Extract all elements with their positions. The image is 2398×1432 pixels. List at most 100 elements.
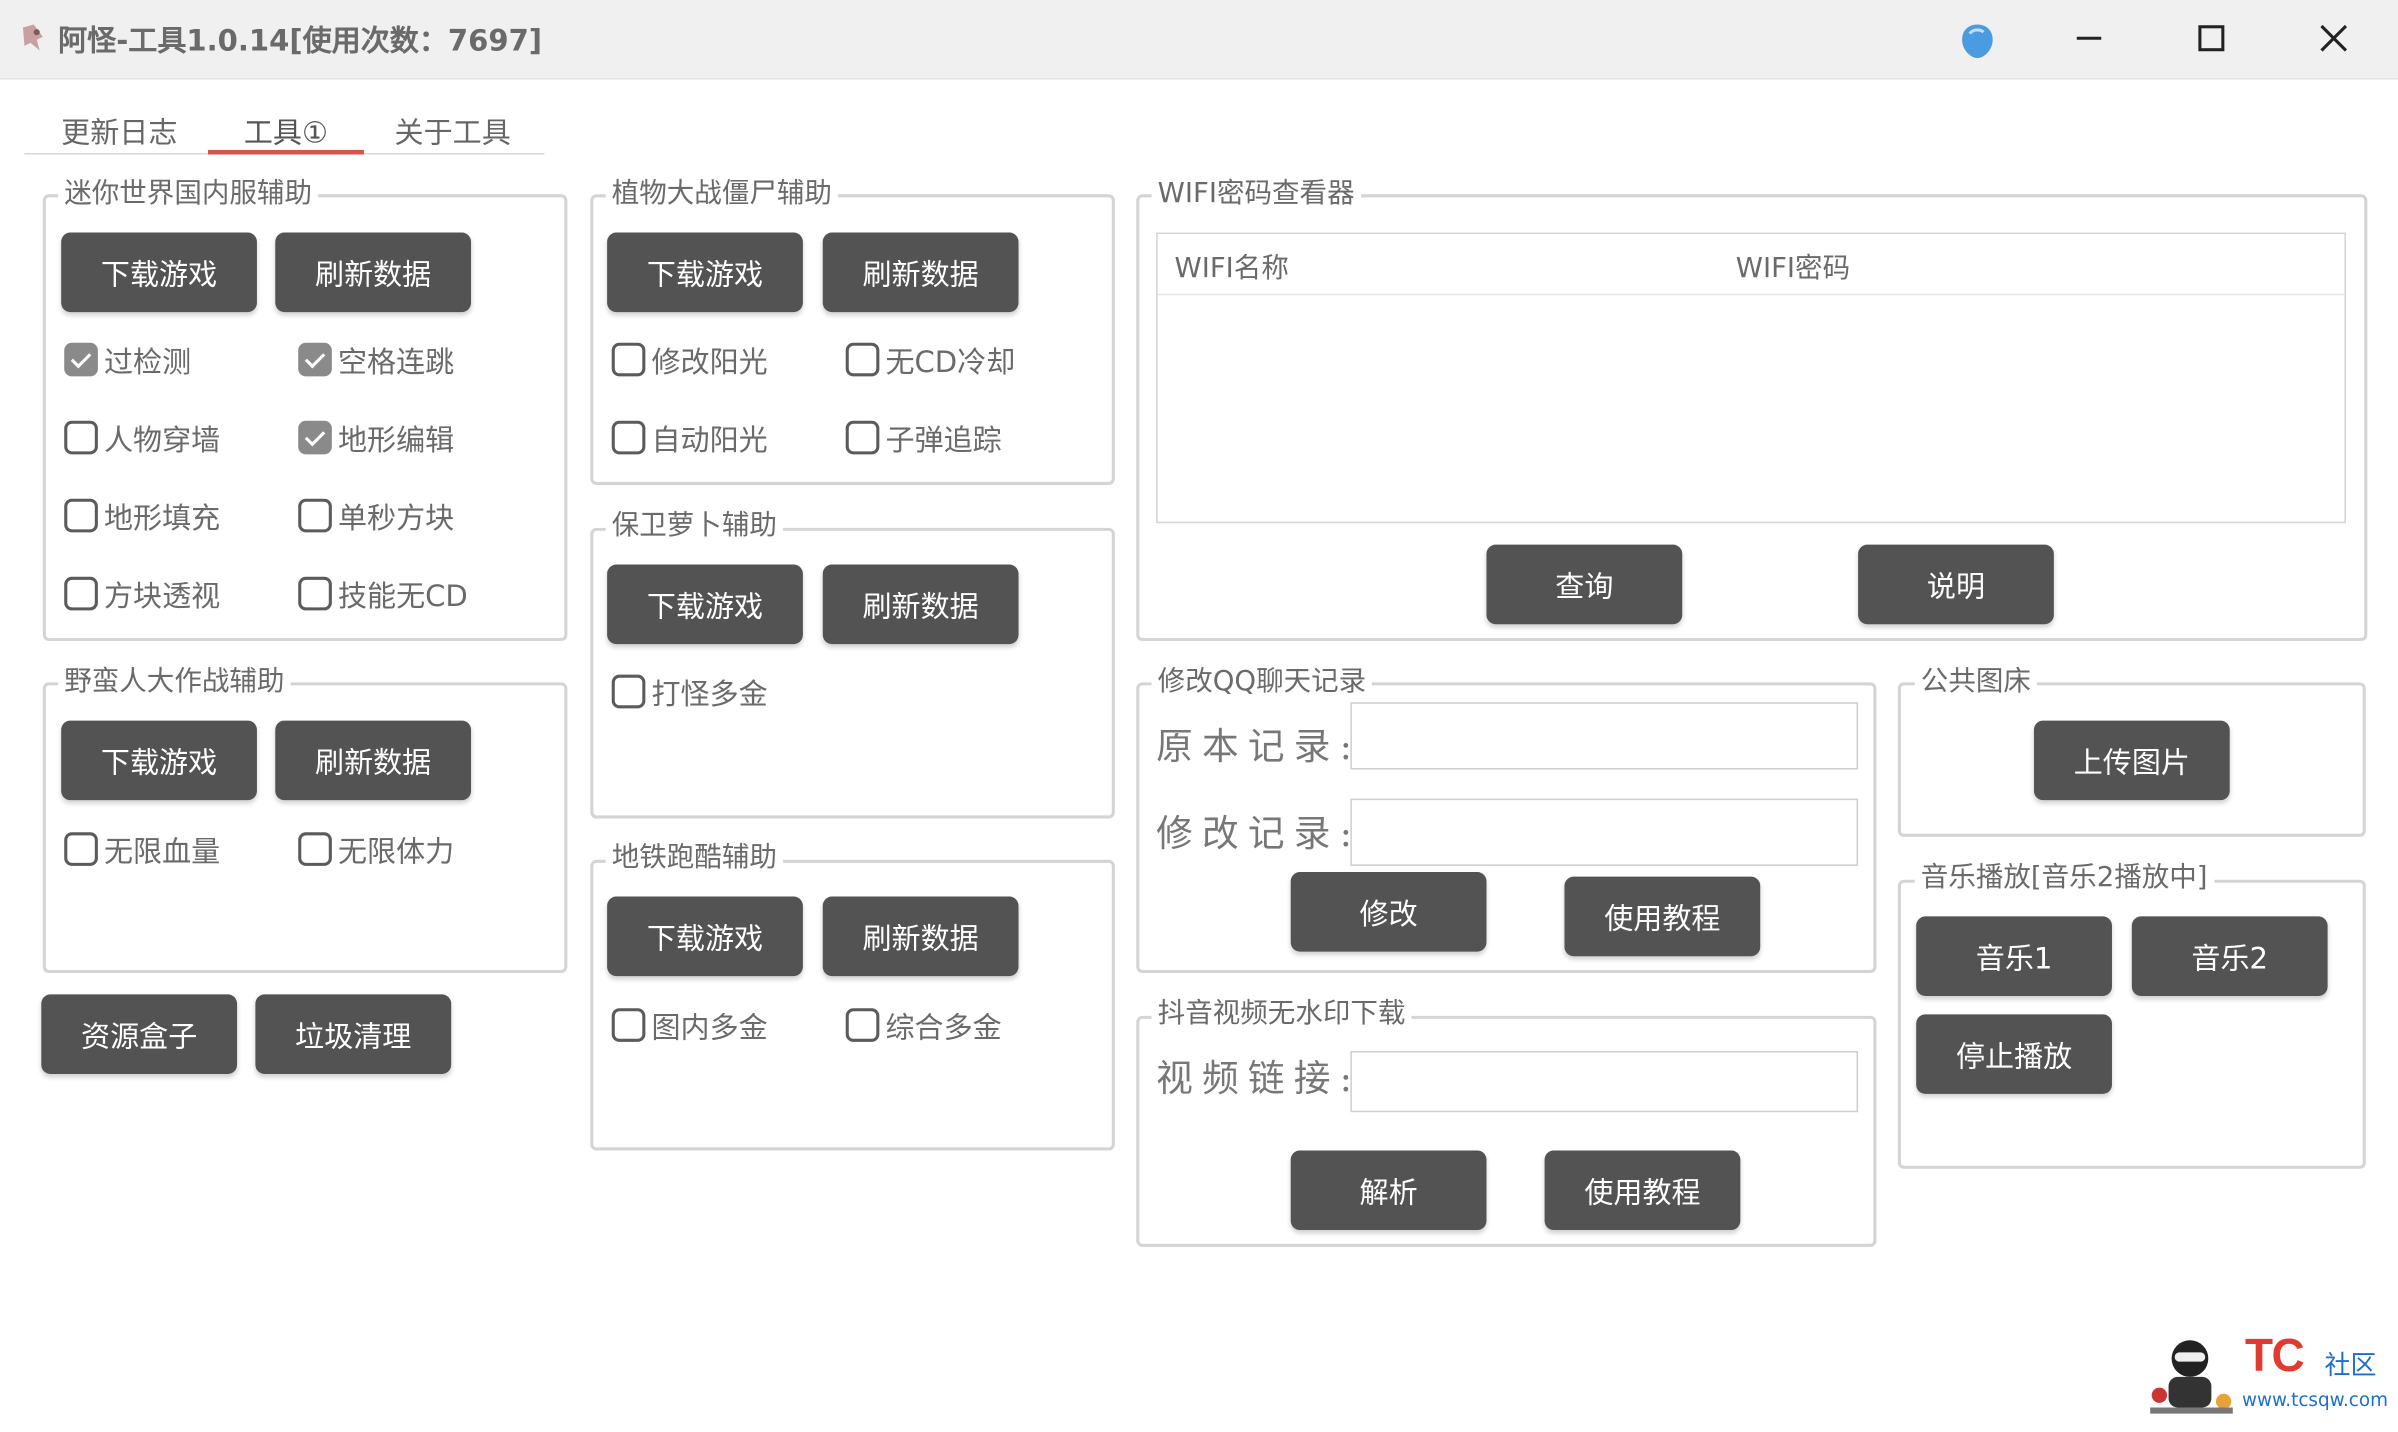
checkbox-label: 地形编辑 [337, 423, 455, 457]
checkbox[interactable] [845, 420, 880, 455]
checkbox-checked[interactable] [64, 342, 98, 377]
music-title: 音乐播放[音乐2播放中] [1914, 861, 2214, 895]
checkbox[interactable] [298, 576, 332, 611]
qq-original-input[interactable] [1350, 702, 1859, 770]
checkbox[interactable] [64, 576, 98, 611]
mini-world-title: 迷你世界国内服辅助 [58, 177, 319, 212]
pvz-title: 植物大战僵尸辅助 [605, 177, 839, 212]
pvz-option-2[interactable]: 自动阳光 [611, 416, 768, 459]
qq-original-label: 原本记录: [1156, 725, 1362, 769]
brand-suffix: 社区 [2324, 1350, 2377, 1382]
checkbox-checked[interactable] [298, 420, 332, 455]
minimize-icon [2076, 36, 2102, 40]
music2-button[interactable]: 音乐2 [2131, 916, 2328, 996]
upload-image-button[interactable]: 上传图片 [2033, 720, 2230, 801]
minimize-button[interactable] [2043, 9, 2135, 67]
wifi-query-button[interactable]: 查询 [1486, 544, 1683, 625]
qq-modify-button[interactable]: 修改 [1290, 872, 1487, 952]
checkbox-label: 技能无CD [337, 579, 468, 613]
subway-option-0[interactable]: 图内多金 [611, 1004, 768, 1047]
clean-button[interactable]: 垃圾清理 [255, 994, 452, 1074]
pvz-refresh-button[interactable]: 刷新数据 [822, 232, 1019, 313]
subway-title: 地铁跑酷辅助 [605, 841, 784, 876]
checkbox[interactable] [64, 420, 98, 455]
stop-music-button[interactable]: 停止播放 [1916, 1014, 2112, 1094]
pin-icon[interactable] [1959, 21, 1996, 61]
tab-tools[interactable]: 工具① [208, 107, 364, 153]
carrot-refresh-button[interactable]: 刷新数据 [822, 564, 1019, 645]
douyin-link-label: 视频链接: [1156, 1057, 1362, 1100]
wifi-list[interactable]: WIFI名称 WIFI密码 [1156, 232, 2346, 524]
music1-button[interactable]: 音乐1 [1916, 916, 2112, 996]
tab-about[interactable]: 关于工具 [373, 107, 532, 153]
douyin-link-input[interactable] [1350, 1051, 1859, 1113]
close-button[interactable] [2288, 9, 2380, 67]
mini-world-option-4[interactable]: 地形填充 [64, 494, 220, 537]
checkbox[interactable] [845, 342, 880, 377]
mini-world-refresh-button[interactable]: 刷新数据 [275, 232, 472, 313]
checkbox[interactable] [611, 420, 646, 455]
pvz-download-button[interactable]: 下载游戏 [607, 232, 803, 313]
image-host-title: 公共图床 [1914, 665, 2038, 700]
mini-world-option-6[interactable]: 方块透视 [64, 572, 220, 615]
wifi-list-header: WIFI名称 WIFI密码 [1157, 234, 2345, 296]
douyin-title: 抖音视频无水印下载 [1151, 997, 1412, 1032]
savage-refresh-button[interactable]: 刷新数据 [275, 720, 472, 801]
savage-download-button[interactable]: 下载游戏 [61, 720, 257, 801]
douyin-tutorial-button[interactable]: 使用教程 [1544, 1150, 1741, 1231]
brand-url: www.tcsqw.com [2241, 1389, 2388, 1411]
subway-download-button[interactable]: 下载游戏 [607, 896, 803, 977]
wifi-password-column-header[interactable]: WIFI密码 [1736, 246, 1850, 286]
mini-world-option-5[interactable]: 单秒方块 [298, 494, 454, 537]
checkbox-label: 人物穿墙 [103, 423, 221, 457]
window-title: 阿怪-工具1.0.14[使用次数：7697] [58, 24, 543, 59]
resource-box-button[interactable]: 资源盒子 [41, 994, 238, 1074]
checkbox-label: 自动阳光 [651, 423, 768, 457]
mini-world-download-button[interactable]: 下载游戏 [61, 232, 257, 313]
checkbox-label: 空格连跳 [337, 344, 455, 379]
qq-modified-input[interactable] [1350, 798, 1859, 866]
app-icon [18, 21, 49, 55]
checkbox[interactable] [298, 498, 332, 533]
mini-world-option-1[interactable]: 空格连跳 [298, 338, 454, 381]
wifi-name-column-header[interactable]: WIFI名称 [1175, 246, 1289, 286]
mini-world-option-3[interactable]: 地形编辑 [298, 416, 454, 459]
tab-changelog[interactable]: 更新日志 [40, 107, 199, 153]
checkbox-label: 修改阳光 [651, 344, 768, 379]
douyin-parse-button[interactable]: 解析 [1290, 1150, 1487, 1231]
carrot-download-button[interactable]: 下载游戏 [607, 564, 803, 645]
pvz-option-1[interactable]: 无CD冷却 [845, 338, 1015, 381]
checkbox-label: 无限体力 [337, 834, 455, 869]
checkbox[interactable] [298, 832, 332, 866]
checkbox[interactable] [611, 674, 646, 709]
mini-world-option-0[interactable]: 过检测 [64, 338, 191, 381]
mini-world-option-7[interactable]: 技能无CD [298, 572, 468, 615]
checkbox[interactable] [845, 1008, 880, 1042]
checkbox[interactable] [64, 832, 98, 866]
pvz-option-3[interactable]: 子弹追踪 [845, 416, 1002, 459]
savage-option-1[interactable]: 无限体力 [298, 828, 454, 871]
mini-world-option-2[interactable]: 人物穿墙 [64, 416, 220, 459]
pvz-option-0[interactable]: 修改阳光 [611, 338, 768, 381]
tab-active-indicator [207, 149, 364, 155]
wifi-title: WIFI密码查看器 [1151, 177, 1361, 212]
checkbox-checked[interactable] [298, 342, 332, 377]
checkbox-label: 无限血量 [103, 834, 221, 869]
carrot-option-0[interactable]: 打怪多金 [611, 670, 768, 713]
checkbox-label: 过检测 [103, 344, 192, 379]
qq-modified-label: 修改记录: [1156, 812, 1362, 856]
checkbox[interactable] [611, 1008, 646, 1042]
tc-watermark: TC 社区 www.tcsqw.com [2144, 1328, 2389, 1423]
savage-title: 野蛮人大作战辅助 [58, 665, 291, 700]
savage-option-0[interactable]: 无限血量 [64, 828, 220, 871]
qq-tutorial-button[interactable]: 使用教程 [1564, 876, 1761, 957]
checkbox[interactable] [64, 498, 98, 533]
mascot-icon [2150, 1340, 2233, 1414]
checkbox-label: 子弹追踪 [885, 423, 1002, 457]
checkbox[interactable] [611, 342, 646, 377]
maximize-button[interactable] [2165, 9, 2257, 67]
maximize-icon [2198, 25, 2225, 52]
wifi-help-button[interactable]: 说明 [1858, 544, 2054, 625]
subway-refresh-button[interactable]: 刷新数据 [822, 896, 1019, 977]
subway-option-1[interactable]: 综合多金 [845, 1004, 1002, 1047]
